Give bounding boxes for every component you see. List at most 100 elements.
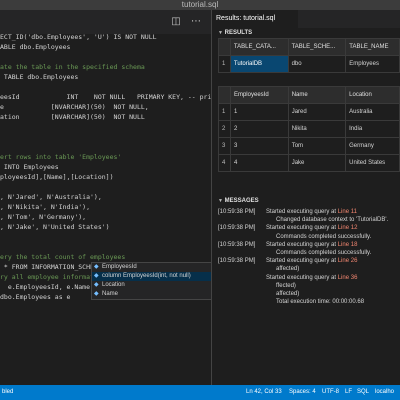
results-pane bbox=[212, 28, 400, 385]
code-line[interactable]: e.EmployeesId, e.Name, e. bbox=[0, 282, 106, 292]
code-line[interactable]: ECT_ID('dbo.Employees', 'U') IS NOT NULL bbox=[0, 34, 157, 42]
code-line[interactable]: TABLE dbo.Employees bbox=[0, 72, 78, 82]
grid-corner bbox=[218, 38, 231, 56]
row-number[interactable]: 1 bbox=[218, 103, 231, 121]
message-text: Started executing query at bbox=[266, 225, 338, 232]
code-line[interactable]: ery the total count of employees bbox=[0, 252, 125, 262]
status-bar: bled Ln 42, Col 33 Spaces: 4 UTF-8 LF SQ… bbox=[0, 385, 400, 400]
table-cell[interactable]: Australia bbox=[345, 103, 400, 121]
status-position[interactable]: Ln 42, Col 33 bbox=[246, 385, 282, 400]
field-icon: ◆ bbox=[94, 273, 99, 279]
sql-editor[interactable]: ECT_ID('dbo.Employees', 'U') IS NOT NULL… bbox=[0, 34, 211, 385]
messages-panel: [10:59:38 PM] Started executing query at … bbox=[218, 208, 400, 305]
table-cell[interactable]: United States bbox=[345, 154, 400, 172]
table-row[interactable]: 1 TutorialDB dbo Employees bbox=[218, 55, 400, 73]
table-cell[interactable]: Jared bbox=[287, 103, 347, 121]
status-server[interactable]: localho bbox=[375, 385, 394, 400]
row-number[interactable]: 4 bbox=[218, 154, 231, 172]
field-icon: ◆ bbox=[94, 282, 99, 288]
code-line[interactable]: ployeesId],[Name],[Location]) bbox=[0, 172, 114, 182]
message-line-link[interactable]: Line 18 bbox=[338, 242, 358, 248]
message-text: affected) bbox=[276, 266, 300, 273]
message-text: Changed database context to 'TutorialDB'… bbox=[276, 217, 389, 224]
table-cell[interactable]: 3 bbox=[229, 137, 289, 155]
message-text: Started executing query at bbox=[266, 209, 338, 215]
message-text: affected) bbox=[276, 291, 300, 297]
column-header[interactable]: TABLE_CATA... bbox=[229, 38, 289, 56]
message-text: Commands completed successfully. bbox=[276, 233, 372, 240]
field-icon: ◆ bbox=[94, 291, 99, 297]
editor-tab-bar: ◫ ⋯ bbox=[0, 10, 211, 34]
code-line[interactable]: , N'Tom', N'Germany'), bbox=[0, 212, 86, 222]
table-cell[interactable]: 2 bbox=[229, 120, 289, 138]
table-cell[interactable]: 4 bbox=[229, 154, 289, 172]
code-line[interactable]: INTO Employees bbox=[0, 162, 59, 172]
results-section-header[interactable]: ▼ RESULTS bbox=[218, 28, 252, 38]
status-left[interactable]: bled bbox=[2, 385, 13, 400]
code-line[interactable]: ry all employee information bbox=[0, 272, 106, 282]
table-cell[interactable]: dbo bbox=[287, 55, 347, 73]
status-spaces[interactable]: Spaces: 4 bbox=[289, 385, 316, 400]
results-tab[interactable]: Results: tutorial.sql bbox=[212, 10, 298, 28]
table-cell[interactable]: 1 bbox=[229, 103, 289, 121]
code-line[interactable]: , N'Jake', N'United States') bbox=[0, 222, 110, 232]
message-text: Commands completed successfully. bbox=[276, 250, 372, 256]
code-line[interactable]: ABLE dbo.Employees bbox=[0, 42, 70, 52]
table-cell[interactable]: TutorialDB bbox=[229, 55, 289, 73]
messages-header-label: MESSAGES bbox=[224, 198, 259, 204]
results-tab-bar: Results: tutorial.sql bbox=[212, 10, 400, 28]
message-time: [10:59:38 PM] bbox=[218, 209, 256, 215]
autocomplete-label: column EmployeesId(int, not null) bbox=[102, 273, 191, 279]
status-eol[interactable]: LF bbox=[345, 385, 352, 400]
code-line[interactable]: dbo.Employees as e bbox=[0, 292, 70, 302]
message-text: Started executing query at bbox=[266, 274, 338, 281]
message-time: [10:59:38 PM] bbox=[218, 258, 256, 265]
code-line[interactable]: , N'Jared', N'Australia'), bbox=[0, 192, 102, 202]
column-header[interactable]: Location bbox=[345, 86, 400, 104]
code-line[interactable]: ert rows into table 'Employees' bbox=[0, 152, 121, 162]
autocomplete-label: EmployeesId bbox=[102, 264, 137, 270]
table-cell[interactable]: Germany bbox=[345, 137, 400, 155]
column-header[interactable]: TABLE_NAME bbox=[345, 38, 400, 56]
field-icon: ◆ bbox=[94, 264, 99, 270]
messages-section-header[interactable]: ▼ MESSAGES bbox=[218, 196, 259, 206]
table-cell[interactable]: Jake bbox=[287, 154, 347, 172]
table-cell[interactable]: Nikita bbox=[287, 120, 347, 138]
message-text: Started executing query at bbox=[266, 258, 338, 265]
code-line[interactable]: ate the table in the specified schema bbox=[0, 62, 145, 72]
table-cell[interactable]: Tom bbox=[287, 137, 347, 155]
column-header[interactable]: EmployeesId bbox=[229, 86, 289, 104]
code-line[interactable]: ation [NVARCHAR](50) NOT NULL bbox=[0, 112, 145, 122]
results-header-label: RESULTS bbox=[224, 30, 253, 36]
column-header[interactable]: TABLE_SCHE... bbox=[287, 38, 347, 56]
column-header[interactable]: Name bbox=[287, 86, 347, 104]
message-time: [10:59:38 PM] bbox=[218, 225, 256, 232]
table-row[interactable]: 1 1 Jared Australia bbox=[218, 103, 400, 121]
message-line-link[interactable]: Line 26 bbox=[338, 258, 358, 264]
row-number[interactable]: 2 bbox=[218, 120, 231, 138]
results-grid-1[interactable]: TABLE_CATA... TABLE_SCHE... TABLE_NAME 1 Tut… bbox=[218, 38, 400, 73]
row-number[interactable]: 3 bbox=[218, 137, 231, 155]
code-line[interactable]: , N'Nikita', N'India'), bbox=[0, 202, 90, 212]
row-number[interactable]: 1 bbox=[218, 55, 231, 73]
table-cell[interactable]: India bbox=[345, 120, 400, 138]
results-grid-2[interactable]: EmployeesId Name Location 1 1 Jared Australia 2… bbox=[218, 86, 400, 172]
status-encoding[interactable]: UTF-8 bbox=[322, 385, 339, 400]
autocomplete-label: Name bbox=[102, 291, 119, 297]
code-line[interactable]: eesId INT NOT NULL PRIMARY KEY, -- prima… bbox=[0, 92, 211, 102]
table-row[interactable]: 4 4 Jake United States bbox=[218, 154, 400, 172]
message-text: Total execution time: 00:00:00.68 bbox=[276, 299, 365, 306]
split-editor-icon[interactable]: ◫ bbox=[170, 16, 182, 28]
status-language[interactable]: SQL bbox=[357, 385, 369, 400]
table-row[interactable]: 2 2 Nikita India bbox=[218, 120, 400, 138]
table-row[interactable]: 3 3 Tom Germany bbox=[218, 137, 400, 155]
more-actions-icon[interactable]: ⋯ bbox=[190, 16, 202, 28]
message-line-link[interactable]: Line 36 bbox=[338, 275, 358, 281]
grid-corner bbox=[218, 86, 231, 104]
table-cell[interactable]: Employees bbox=[345, 55, 400, 73]
message-time: [10:59:38 PM] bbox=[218, 241, 256, 248]
message-line-link[interactable]: Line 12 bbox=[338, 225, 358, 231]
code-line[interactable]: e [NVARCHAR](50) NOT NULL, bbox=[0, 102, 149, 112]
autocomplete-label: Location bbox=[102, 282, 125, 288]
message-line-link[interactable]: Line 11 bbox=[338, 209, 357, 215]
